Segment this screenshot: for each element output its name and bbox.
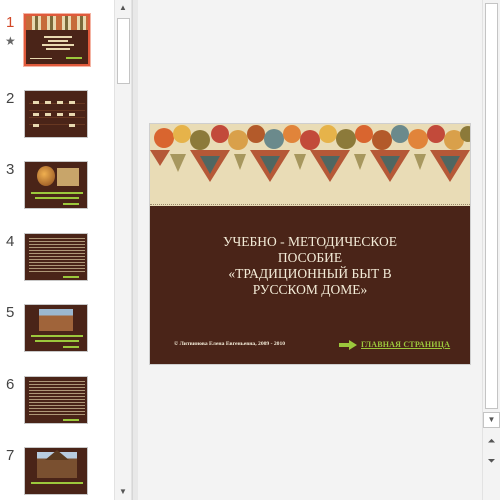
slide-number: 2: [6, 90, 15, 107]
slide-thumbnail-4[interactable]: [24, 233, 88, 281]
slide-banner-image: [150, 124, 470, 206]
slide-thumbnail-entry-4[interactable]: 4: [0, 233, 114, 297]
slide-thumbnail-5[interactable]: [24, 304, 88, 352]
title-line-3: «ТРАДИЦИОННЫЙ БЫТ В: [228, 266, 392, 281]
slide-thumbnail-1[interactable]: [24, 14, 90, 66]
slide-thumbnail-entry-3[interactable]: 3: [0, 161, 114, 225]
chevron-up-icon[interactable]: ▲: [115, 0, 131, 16]
star-icon[interactable]: ★: [5, 35, 16, 47]
title-line-4: РУССКОМ ДОМЕ»: [252, 282, 368, 297]
slide-thumbnail-entry-1[interactable]: 1 ★: [0, 14, 114, 78]
slide-number: 7: [6, 447, 15, 464]
slide-thumbnail-pane: 1 ★ 2 3 4 5 6 7: [0, 0, 114, 500]
slide-thumbnail-6[interactable]: [24, 376, 88, 424]
current-slide[interactable]: УЧЕБНО - МЕТОДИЧЕСКОЕ ПОСОБИЕ «ТРАДИЦИОН…: [150, 124, 470, 364]
chevron-down-icon[interactable]: ▼: [115, 484, 131, 500]
main-page-link[interactable]: ГЛАВНАЯ СТРАНИЦА: [361, 340, 450, 349]
title-line-2: ПОСОБИЕ: [277, 250, 343, 265]
arrow-right-icon[interactable]: [339, 340, 357, 350]
slide-number: 4: [6, 233, 15, 250]
slide-editing-area: УЧЕБНО - МЕТОДИЧЕСКОЕ ПОСОБИЕ «ТРАДИЦИОН…: [138, 0, 482, 500]
author-credit: © Литвинова Елена Евгеньевна, 2009 - 201…: [174, 341, 286, 347]
slide-number: 1: [6, 14, 15, 31]
slide-thumbnail-entry-5[interactable]: 5: [0, 304, 114, 368]
thumbnail-scrollbar-thumb[interactable]: [117, 18, 130, 84]
double-chevron-up-icon[interactable]: ⏶: [483, 434, 500, 450]
slide-title[interactable]: УЧЕБНО - МЕТОДИЧЕСКОЕ ПОСОБИЕ «ТРАДИЦИОН…: [190, 234, 430, 298]
slide-scrollbar[interactable]: ▼ ⏶ ⏷: [482, 0, 500, 500]
thumbnail-scrollbar[interactable]: ▲ ▼: [114, 0, 132, 500]
title-line-1: УЧЕБНО - МЕТОДИЧЕСКОЕ: [222, 234, 398, 249]
slide-thumbnail-entry-2[interactable]: 2: [0, 90, 114, 154]
slide-thumbnail-entry-6[interactable]: 6: [0, 376, 114, 440]
slide-number: 5: [6, 304, 15, 321]
presentation-editor: 1 ★ 2 3 4 5 6 7 ▲ ▼ УЧЕБНО - МЕТОДИЧЕСКО…: [0, 0, 500, 500]
chevron-down-icon[interactable]: ▼: [483, 412, 500, 428]
slide-thumbnail-3[interactable]: [24, 161, 88, 209]
slide-thumbnail-7[interactable]: [24, 447, 88, 495]
slide-scrollbar-thumb[interactable]: [485, 3, 498, 409]
slide-number: 6: [6, 376, 15, 393]
double-chevron-down-icon[interactable]: ⏷: [483, 454, 500, 470]
folk-ornament-image: [150, 124, 470, 206]
slide-number: 3: [6, 161, 15, 178]
slide-thumbnail-2[interactable]: [24, 90, 88, 138]
slide-thumbnail-entry-7[interactable]: 7: [0, 447, 114, 500]
banner-divider: [150, 204, 470, 206]
